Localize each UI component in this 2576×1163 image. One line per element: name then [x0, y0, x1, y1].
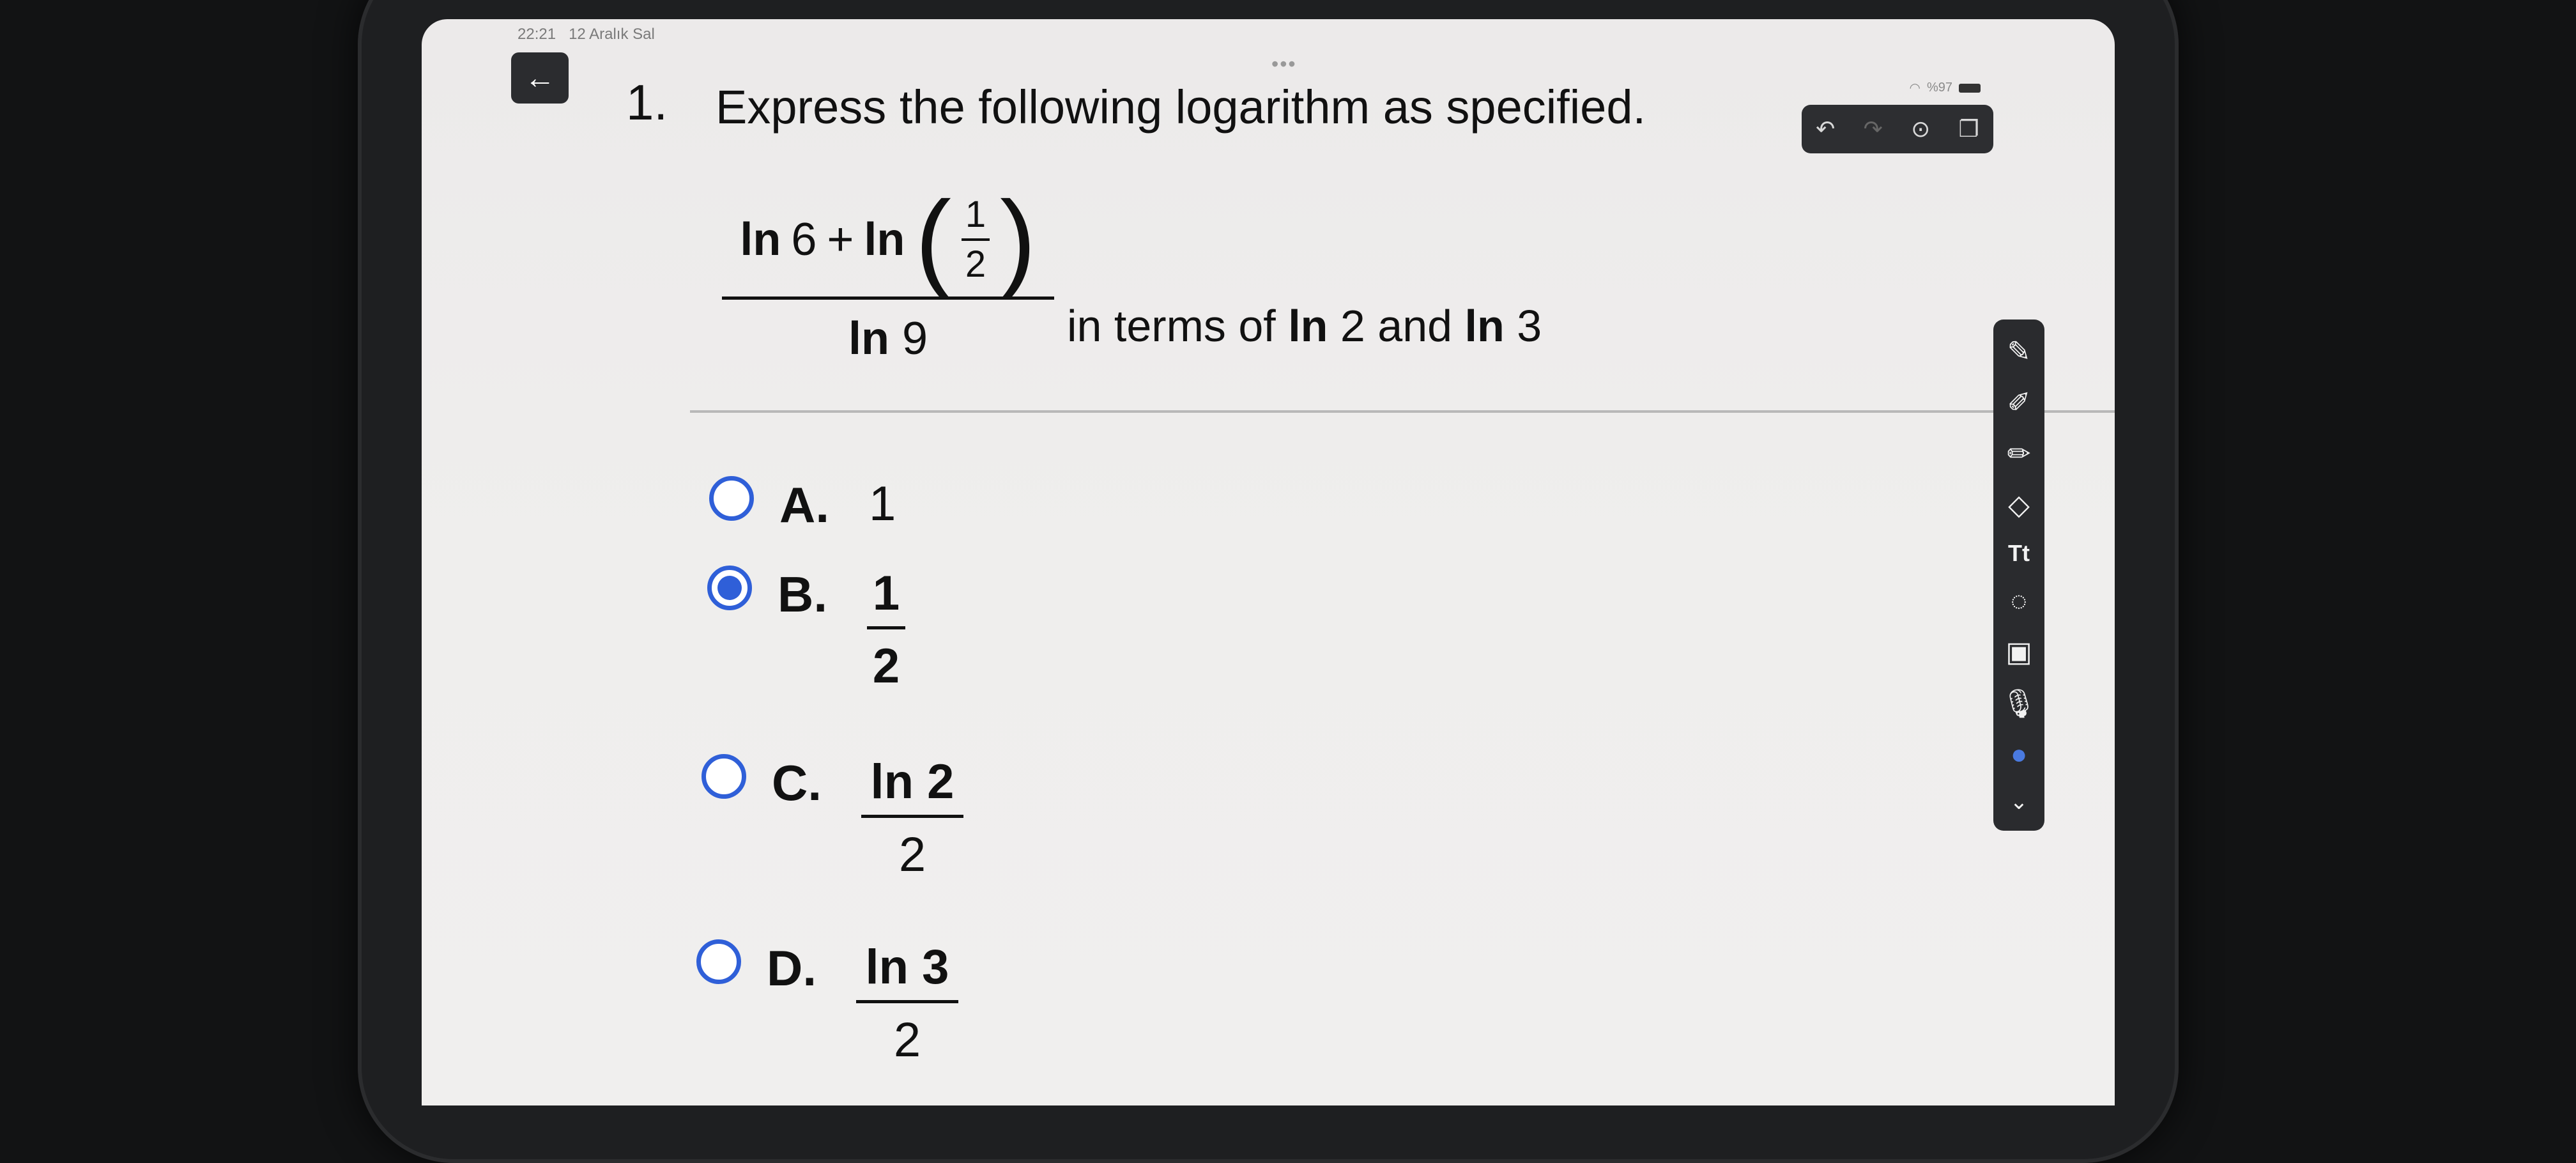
fraction-numerator: ln 6 + ln ( 1 2 ) [722, 185, 1054, 294]
ln-label: ln [864, 214, 905, 265]
pencil-icon[interactable]: ✏ [2007, 438, 2031, 470]
option-fraction: ln 3 2 [856, 939, 958, 1068]
option-fraction-bar [867, 626, 905, 629]
status-bar: 22:21 12 Aralık Sal [518, 26, 655, 43]
lasso-icon[interactable]: ◌ [2011, 585, 2027, 617]
text-tool-icon[interactable]: Tt [2008, 540, 2030, 567]
plus-sign: + [827, 214, 854, 265]
and-label: and [1377, 301, 1453, 351]
radio-dot [717, 576, 742, 600]
option-b[interactable]: B. 1 2 [707, 566, 905, 694]
ln-label: ln [848, 313, 889, 364]
radio-button[interactable] [696, 939, 741, 984]
log-expression: ln 6 + ln ( 1 2 ) ln 9 [722, 185, 1054, 365]
battery-icon [1959, 83, 1981, 93]
value-label: 9 [901, 313, 928, 364]
copy-icon[interactable]: ❐ [1959, 116, 1979, 142]
option-numerator: ln 2 [870, 755, 954, 809]
option-fraction: ln 2 2 [861, 754, 963, 882]
option-numerator: ln 3 [865, 940, 949, 994]
tablet-screen: 22:21 12 Aralık Sal ••• ◠ %97 ← ↶ ↷ ⊙ ❐ … [422, 19, 2115, 1105]
option-a[interactable]: A. 1 [709, 476, 896, 534]
option-letter: B. [778, 566, 827, 622]
ln-label: ln [1464, 301, 1505, 351]
option-letter: C. [772, 755, 822, 811]
microphone-icon[interactable]: 🎙︎ [2001, 687, 2037, 720]
ln-label: ln [740, 214, 781, 265]
value-label: 2 [1340, 301, 1365, 351]
undo-icon[interactable]: ↶ [1816, 116, 1835, 142]
battery-percent: %97 [1926, 81, 1952, 95]
question-number: 1. [626, 74, 668, 130]
close-paren: ) [1000, 179, 1036, 300]
inner-denominator: 2 [965, 243, 986, 285]
value-label: 6 [791, 214, 817, 265]
question-text: Express the following logarithm as speci… [716, 81, 1646, 134]
option-value: 1 [869, 477, 896, 531]
annotation-pill: ↶ ↷ ⊙ ❐ [1802, 105, 1993, 153]
in-terms-text: in terms of ln 2 and ln 3 [1067, 300, 1542, 351]
option-fraction-bar [861, 815, 963, 818]
value-label: 3 [1517, 301, 1542, 351]
option-d[interactable]: D. ln 3 2 [696, 939, 958, 1068]
option-letter: A. [779, 477, 829, 533]
option-fraction: 1 2 [867, 566, 905, 694]
redo-icon[interactable]: ↷ [1864, 116, 1883, 142]
option-letter: D. [767, 940, 816, 996]
multitask-dots-icon[interactable]: ••• [1271, 52, 1297, 76]
wifi-icon: ◠ [1909, 81, 1920, 95]
option-denominator: 2 [893, 1013, 921, 1067]
color-picker-icon[interactable]: ● [2011, 739, 2028, 771]
marker-icon[interactable]: ✐ [2007, 387, 2031, 419]
open-paren: ( [915, 179, 952, 300]
status-time: 22:21 [518, 26, 556, 43]
ln-label: ln [1288, 301, 1328, 351]
in-terms-prefix: in terms of [1067, 301, 1276, 351]
inner-numerator: 1 [965, 194, 986, 235]
markup-toolbar: ✎ ✐ ✏ ◇ Tt ◌ ▣ 🎙︎ ● ⌄ [1993, 320, 2044, 831]
option-numerator: 1 [872, 566, 900, 620]
image-icon[interactable]: ▣ [2005, 636, 2032, 668]
divider [690, 410, 2115, 413]
arrow-left-icon: ← [525, 61, 555, 95]
option-c[interactable]: C. ln 2 2 [702, 754, 963, 882]
radio-button[interactable] [709, 476, 754, 521]
status-right: ◠ %97 [1910, 80, 1981, 96]
status-date: 12 Aralık Sal [569, 26, 655, 43]
option-fraction-bar [856, 1000, 958, 1003]
option-denominator: 2 [898, 828, 926, 882]
pen-icon[interactable]: ✎ [2007, 335, 2031, 368]
fraction-denominator: ln 9 [722, 312, 1054, 365]
more-icon[interactable]: ⊙ [1911, 116, 1930, 142]
option-denominator: 2 [872, 639, 900, 693]
back-button[interactable]: ← [511, 52, 569, 104]
chevron-down-icon[interactable]: ⌄ [2010, 789, 2028, 815]
eraser-icon[interactable]: ◇ [2008, 489, 2030, 521]
radio-button[interactable] [702, 754, 746, 799]
inner-fraction-bar [962, 238, 990, 241]
radio-button-selected[interactable] [707, 566, 752, 610]
inner-fraction: 1 2 [962, 196, 990, 283]
